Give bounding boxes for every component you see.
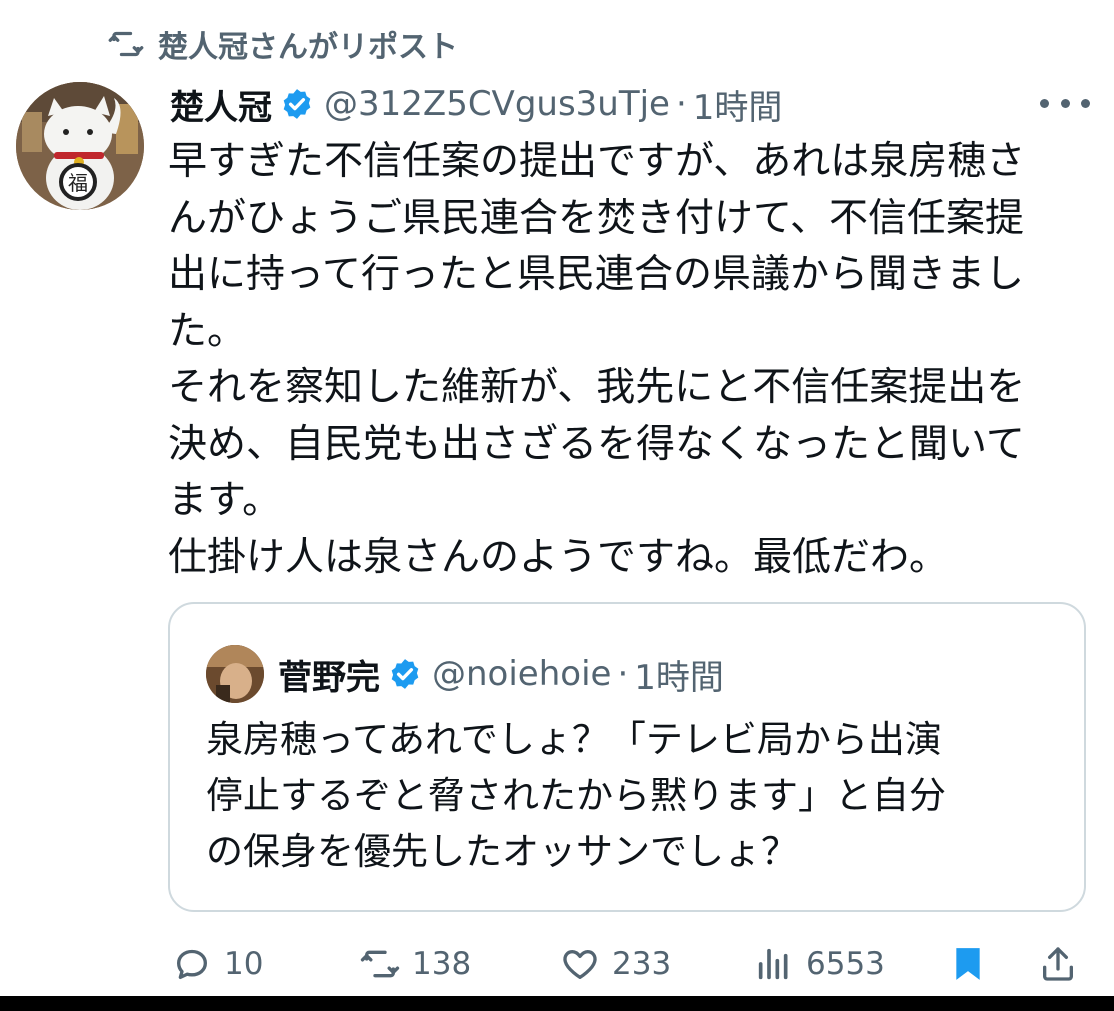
tweet-text-line: 出に持って行ったと県民連合の県議から聞きまし xyxy=(168,252,1025,297)
bookmark-button[interactable] xyxy=(948,936,988,992)
view-count: 6553 xyxy=(806,946,885,982)
bottom-bar xyxy=(0,996,1114,1011)
tweet-text-line: 早すぎた不信任案の提出ですが、あれは泉房穂さ xyxy=(168,139,1026,184)
repost-button[interactable]: 138 xyxy=(360,936,471,992)
avatar-image: 福 xyxy=(16,82,144,210)
repost-action-icon xyxy=(360,950,400,978)
quote-header: 菅野完 @noiehoie · 1時間 xyxy=(206,644,724,704)
verified-badge-icon[interactable] xyxy=(280,87,314,121)
bookmark-icon xyxy=(956,948,980,980)
like-button[interactable]: 233 xyxy=(560,936,671,992)
quote-text-line: 泉房穂ってあれでしょ？「テレビ局から出演 xyxy=(206,718,942,761)
quote-separator-dot: · xyxy=(617,654,629,694)
share-icon xyxy=(1043,947,1073,981)
reply-count: 10 xyxy=(224,946,264,982)
quote-text-line: 停止するぞと脅されたから黙ります」と自分 xyxy=(206,774,946,817)
tweet-text-line: それを察知した維新が、我先にと不信任案提出を xyxy=(168,365,1026,410)
tweet-text: 早すぎた不信任案の提出ですが、あれは泉房穂さ んがひょうご県民連合を焚き付けて、… xyxy=(168,134,1088,586)
more-options-icon[interactable] xyxy=(1040,90,1090,116)
quote-timestamp: 1時間 xyxy=(634,657,724,698)
quote-user-handle: @noiehoie xyxy=(432,654,612,694)
like-count: 233 xyxy=(612,946,672,982)
tweet-text-line: 決め、自民党も出さざるを得なくなったと聞いて xyxy=(168,421,1025,467)
repost-label: 楚人冠さんがリポスト xyxy=(158,30,458,65)
views-button[interactable]: 6553 xyxy=(754,936,885,992)
tweet-text-line: んがひょうご県民連合を焚き付けて、不信任案提 xyxy=(168,195,1025,241)
repost-header[interactable]: 楚人冠さんがリポスト xyxy=(108,22,458,66)
reply-icon xyxy=(177,949,207,979)
timestamp[interactable]: 1時間 xyxy=(693,80,783,129)
tweet-header: 楚人冠 @312Z5CVgus3uTje · 1時間 xyxy=(170,80,782,128)
tweet-text-line: た。 xyxy=(168,308,247,354)
tweet-text-line: ます。 xyxy=(168,478,282,523)
quote-text-line: の保身を優先したオッサンでしょ？ xyxy=(206,830,798,873)
share-button[interactable] xyxy=(1038,936,1078,992)
reply-button[interactable]: 10 xyxy=(172,936,263,992)
quote-tweet-card[interactable]: 菅野完 @noiehoie · 1時間 泉房穂ってあれでしょ？「テレビ局から出演… xyxy=(168,602,1086,912)
separator-dot: · xyxy=(675,84,687,124)
tweet-text-line: 仕掛け人は泉さんのようですね。最低だわ。 xyxy=(168,534,949,580)
quote-avatar-image xyxy=(206,645,264,703)
tweet-page: 楚人冠さんがリポスト 福 楚人冠 @312Z5CVgus3uTje · 1時間 … xyxy=(0,0,1114,1011)
display-name[interactable]: 楚人冠 xyxy=(170,80,272,129)
quote-avatar xyxy=(206,645,264,703)
repost-count: 138 xyxy=(412,946,472,982)
avatar[interactable]: 福 xyxy=(16,82,144,210)
svg-text:福: 福 xyxy=(68,171,88,195)
action-bar: 10 138 233 6553 xyxy=(170,936,1090,992)
quote-text: 泉房穂ってあれでしょ？「テレビ局から出演 停止するぞと脅されたから黙ります」と自… xyxy=(206,712,1066,880)
views-chart-icon xyxy=(758,948,788,980)
user-handle[interactable]: @312Z5CVgus3uTje xyxy=(324,84,670,124)
quote-display-name: 菅野完 xyxy=(278,657,380,698)
heart-icon xyxy=(563,950,597,979)
quote-verified-badge-icon xyxy=(391,659,419,689)
repost-icon xyxy=(108,31,144,57)
